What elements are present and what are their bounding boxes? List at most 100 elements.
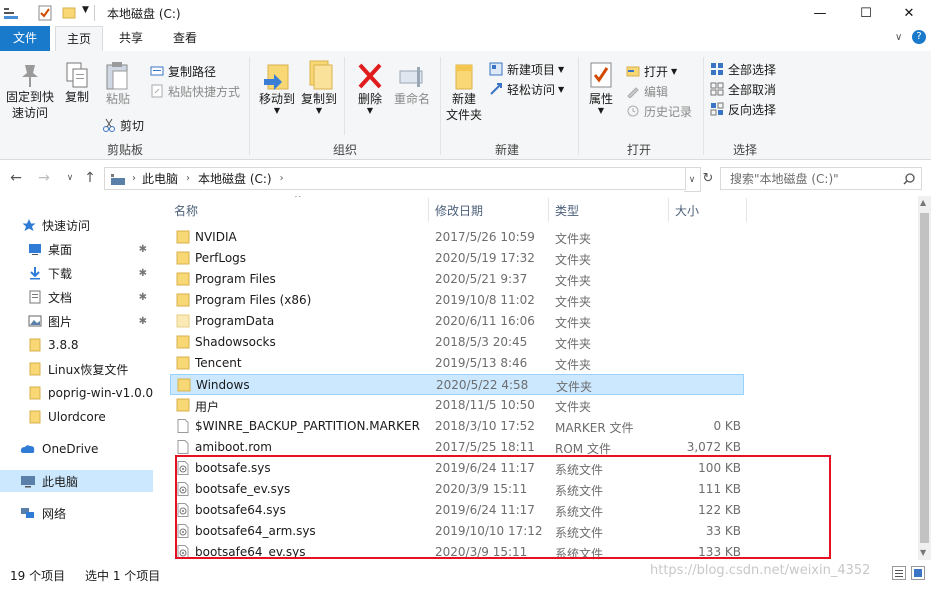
- column-header-name[interactable]: 名称: [174, 196, 198, 224]
- easy-access-button[interactable]: 轻松访问 ▼: [489, 79, 564, 99]
- select-none-label: 全部取消: [728, 82, 777, 97]
- file-row[interactable]: $WINRE_BACKUP_PARTITION.MARKER 2018/3/10 …: [170, 416, 744, 437]
- open-label: 打开: [644, 64, 669, 79]
- scroll-up-icon[interactable]: ▲: [920, 198, 926, 207]
- file-row[interactable]: Program Files (x86) 2019/10/8 11:02 文件夹: [170, 290, 744, 311]
- select-all-button[interactable]: 全部选择: [710, 59, 776, 79]
- sidebar-item[interactable]: OneDrive: [0, 438, 153, 460]
- properties-dropdown-icon: ▼: [597, 106, 605, 115]
- folder-icon: [28, 386, 42, 400]
- column-divider[interactable]: [548, 198, 549, 222]
- network-icon: [20, 506, 36, 520]
- history-icon: [627, 105, 639, 117]
- copy-to-button[interactable]: 复制到 ▼: [298, 59, 340, 115]
- up-button[interactable]: ↑: [80, 168, 100, 188]
- folder-icon: [176, 230, 190, 244]
- select-none-button[interactable]: 全部取消: [710, 79, 776, 99]
- sidebar-item[interactable]: 此电脑: [0, 470, 153, 492]
- file-row[interactable]: PerfLogs 2020/5/19 17:32 文件夹: [170, 248, 744, 269]
- column-header-type[interactable]: 类型: [555, 196, 579, 224]
- properties-icon[interactable]: [38, 5, 52, 21]
- tab-share[interactable]: 共享: [108, 26, 154, 51]
- file-row[interactable]: NVIDIA 2017/5/26 10:59 文件夹: [170, 227, 744, 248]
- large-icons-view-button[interactable]: [911, 566, 925, 580]
- sidebar-item[interactable]: 桌面 ✱: [0, 238, 153, 260]
- column-header-size[interactable]: 大小: [675, 196, 699, 224]
- minimize-button[interactable]: —: [797, 0, 843, 26]
- sidebar-item[interactable]: 快速访问: [0, 214, 153, 236]
- sidebar-item[interactable]: 下载 ✱: [0, 262, 153, 284]
- properties-button[interactable]: 属性 ▼: [582, 61, 620, 115]
- sidebar-item[interactable]: 网络: [0, 502, 153, 524]
- tab-file[interactable]: 文件: [0, 26, 50, 51]
- address-bar[interactable]: › 此电脑 › 本地磁盘 (C:) ›: [104, 167, 686, 190]
- close-button[interactable]: ✕: [886, 0, 931, 26]
- select-small-items: 全部选择 全部取消 反向选择: [710, 59, 776, 119]
- history-button[interactable]: 历史记录: [626, 101, 692, 121]
- column-divider[interactable]: [428, 198, 429, 222]
- picture-icon: [28, 314, 42, 328]
- file-row[interactable]: ProgramData 2020/6/11 16:06 文件夹: [170, 311, 744, 332]
- invert-selection-button[interactable]: 反向选择: [710, 99, 776, 119]
- easy-access-dropdown-icon: ▼: [558, 84, 565, 94]
- tab-home[interactable]: 主页: [55, 26, 103, 52]
- customize-toolbar-dropdown-icon[interactable]: ▼: [82, 5, 89, 15]
- open-group-label: 打开: [626, 143, 651, 157]
- invert-selection-label: 反向选择: [728, 102, 777, 117]
- copy-button[interactable]: 复制: [60, 61, 94, 105]
- tab-view[interactable]: 查看: [162, 26, 208, 51]
- file-row[interactable]: 用户 2018/11/5 10:50 文件夹: [170, 395, 744, 416]
- search-icon: [903, 172, 915, 185]
- back-arrow-icon: ←: [10, 170, 22, 186]
- properties-icon: [590, 62, 612, 88]
- help-icon[interactable]: ?: [912, 30, 926, 44]
- new-folder-icon: [455, 64, 473, 90]
- new-folder-button[interactable]: 新建 文件夹: [442, 61, 486, 123]
- open-small-items: 打开 ▼ 编辑 历史记录: [626, 61, 692, 121]
- cut-button[interactable]: 剪切: [102, 115, 144, 135]
- pin-to-quick-access-button[interactable]: 固定到快 速访问: [4, 61, 56, 121]
- move-to-button[interactable]: 移动到 ▼: [256, 59, 298, 115]
- sidebar-item[interactable]: poprig-win-v1.0.0: [0, 382, 153, 404]
- forward-button[interactable]: →: [34, 168, 54, 188]
- file-row[interactable]: Windows 2020/5/22 4:58 文件夹: [170, 374, 744, 395]
- new-item-button[interactable]: 新建项目 ▼: [489, 59, 564, 79]
- sidebar-item[interactable]: 3.8.8: [0, 334, 153, 356]
- rename-button[interactable]: 重命名: [390, 59, 434, 107]
- edit-button[interactable]: 编辑: [626, 81, 692, 101]
- recent-locations-button[interactable]: ∨: [60, 168, 80, 188]
- refresh-icon: ↻: [702, 171, 714, 186]
- search-box[interactable]: 搜索"本地磁盘 (C:)": [720, 167, 922, 190]
- new-folder-icon[interactable]: [62, 5, 76, 19]
- refresh-button[interactable]: ↻: [699, 167, 717, 190]
- quick-access-toolbar-icon[interactable]: [4, 6, 18, 20]
- delete-button[interactable]: 删除 ▼: [350, 59, 390, 115]
- back-button[interactable]: ←: [6, 168, 26, 188]
- copy-path-button[interactable]: 复制路径: [150, 61, 240, 81]
- open-button[interactable]: 打开 ▼: [626, 61, 692, 81]
- search-input[interactable]: 搜索"本地磁盘 (C:)": [730, 170, 903, 187]
- file-row[interactable]: Tencent 2019/5/13 8:46 文件夹: [170, 353, 744, 374]
- file-modified-date: 2020/5/22 4:58: [436, 378, 529, 392]
- sidebar-item-label: 快速访问: [42, 218, 91, 233]
- maximize-button[interactable]: ☐: [843, 0, 889, 26]
- sidebar-item[interactable]: 图片 ✱: [0, 310, 153, 332]
- details-view-button[interactable]: [892, 566, 906, 580]
- file-modified-date: 2018/11/5 10:50: [435, 398, 535, 412]
- paste-shortcut-button[interactable]: 粘贴快捷方式: [150, 81, 240, 101]
- scroll-down-icon[interactable]: ▼: [920, 548, 926, 557]
- breadcrumb-pc[interactable]: 此电脑: [142, 170, 178, 187]
- collapse-ribbon-icon[interactable]: ∨: [895, 32, 902, 43]
- sidebar-item[interactable]: Ulordcore: [0, 406, 153, 428]
- paste-button[interactable]: 粘贴: [100, 61, 136, 107]
- sidebar-item[interactable]: 文档 ✱: [0, 286, 153, 308]
- scrollbar-thumb[interactable]: [920, 213, 929, 543]
- sidebar-item[interactable]: Linux恢复文件: [0, 358, 153, 380]
- file-row[interactable]: Program Files 2020/5/21 9:37 文件夹: [170, 269, 744, 290]
- breadcrumb-drive[interactable]: 本地磁盘 (C:): [198, 170, 272, 187]
- column-header-modified[interactable]: 修改日期: [435, 196, 483, 224]
- column-divider[interactable]: [746, 198, 747, 222]
- file-row[interactable]: Shadowsocks 2018/5/3 20:45 文件夹: [170, 332, 744, 353]
- copy-path-icon: [150, 66, 164, 76]
- column-divider[interactable]: [668, 198, 669, 222]
